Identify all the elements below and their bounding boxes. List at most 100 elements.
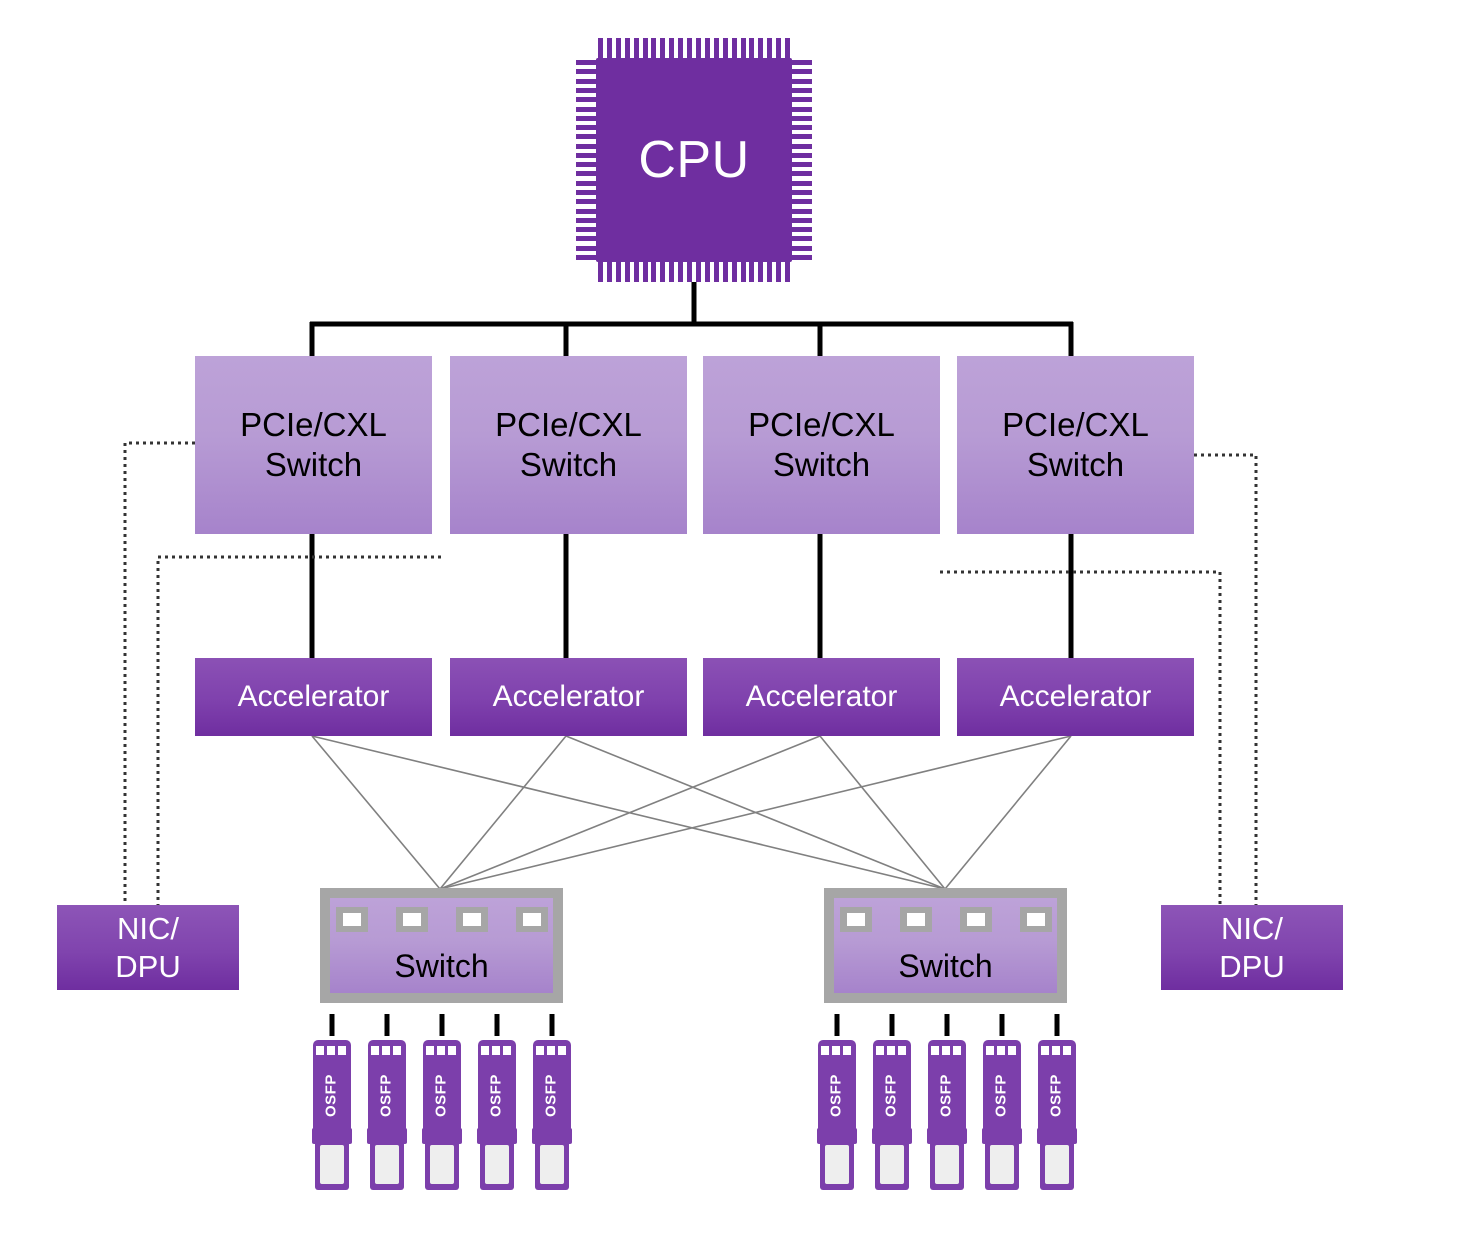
osfp-led-icon <box>1063 1046 1071 1055</box>
cpu-pin <box>722 262 728 282</box>
osfp-module[interactable]: OSFP <box>532 1014 572 1190</box>
cpu-pin <box>576 152 596 158</box>
nic-label-line2: DPU <box>115 948 181 984</box>
cpu-pin <box>785 38 791 58</box>
osfp-label: OSFP <box>322 1074 340 1118</box>
osfp-led-icon <box>1008 1046 1016 1055</box>
osfp-link-stub <box>1054 1014 1060 1036</box>
osfp-led-icon <box>1041 1046 1049 1055</box>
cpu-pin <box>792 143 812 149</box>
osfp-link-stub <box>549 1014 555 1036</box>
cpu-pin <box>606 262 612 282</box>
cpu-pin <box>576 125 596 131</box>
osfp-link-stub <box>384 1014 390 1036</box>
cpu-pin <box>758 38 764 58</box>
nic-dpu-right-label: NIC/ DPU <box>1219 910 1284 986</box>
network-switch-left-ports <box>330 907 553 932</box>
switch-port[interactable] <box>959 907 992 932</box>
cpu-pin <box>633 262 639 282</box>
cpu-pin <box>695 38 701 58</box>
osfp-body-fill <box>540 1145 564 1184</box>
cpu-pin <box>776 38 782 58</box>
pcie-label-line1: PCIe/CXL <box>495 405 642 443</box>
cpu-pin <box>792 236 812 242</box>
osfp-led-icon <box>942 1046 950 1055</box>
osfp-module[interactable]: OSFP <box>817 1014 857 1190</box>
cpu-label: CPU <box>596 58 792 262</box>
accelerator-3[interactable]: Accelerator <box>703 658 940 736</box>
osfp-led-icon <box>492 1046 500 1055</box>
network-switch-right[interactable]: Switch <box>824 888 1067 1003</box>
switch-port[interactable] <box>515 907 548 932</box>
osfp-module[interactable]: OSFP <box>872 1014 912 1190</box>
osfp-led-icon <box>1052 1046 1060 1055</box>
network-switch-right-ports <box>834 907 1057 932</box>
osfp-led-row <box>536 1046 566 1055</box>
pcie-cxl-switch-3[interactable]: PCIe/CXL Switch <box>703 356 940 534</box>
osfp-body <box>425 1140 459 1190</box>
cpu-pin <box>576 199 596 205</box>
switch-port[interactable] <box>839 907 872 932</box>
cpu-pin <box>767 38 773 58</box>
osfp-module[interactable]: OSFP <box>1037 1014 1077 1190</box>
osfp-body-fill <box>430 1145 454 1184</box>
accelerator-2-label: Accelerator <box>492 679 645 713</box>
switch-port[interactable] <box>335 907 368 932</box>
osfp-led-icon <box>382 1046 390 1055</box>
switch-port[interactable] <box>395 907 428 932</box>
osfp-body <box>985 1140 1019 1190</box>
pcie-cxl-switch-4[interactable]: PCIe/CXL Switch <box>957 356 1194 534</box>
osfp-led-icon <box>547 1046 555 1055</box>
osfp-module[interactable]: OSFP <box>927 1014 967 1190</box>
osfp-led-row <box>986 1046 1016 1055</box>
cpu-pin <box>713 262 719 282</box>
accelerator-1[interactable]: Accelerator <box>195 658 432 736</box>
osfp-link-stub <box>439 1014 445 1036</box>
osfp-label: OSFP <box>542 1074 560 1118</box>
cpu-pin <box>792 106 812 112</box>
cpu-pin <box>792 189 812 195</box>
osfp-body-fill <box>880 1145 904 1184</box>
accelerator-4[interactable]: Accelerator <box>957 658 1194 736</box>
accelerator-2[interactable]: Accelerator <box>450 658 687 736</box>
cpu-pin <box>576 208 596 214</box>
nic-label-line1: NIC/ <box>116 910 179 946</box>
nic-dpu-left[interactable]: NIC/ DPU <box>57 905 239 990</box>
pcie-label-line1: PCIe/CXL <box>240 405 387 443</box>
cpu-pin <box>597 262 603 282</box>
cpu-pin <box>633 38 639 58</box>
cpu-pin <box>576 236 596 242</box>
cpu-pin <box>792 134 812 140</box>
cpu-pin <box>576 97 596 103</box>
osfp-led-icon <box>393 1046 401 1055</box>
osfp-led-icon <box>898 1046 906 1055</box>
osfp-module[interactable]: OSFP <box>422 1014 462 1190</box>
switch-port[interactable] <box>455 907 488 932</box>
osfp-module[interactable]: OSFP <box>367 1014 407 1190</box>
cpu-pin <box>792 180 812 186</box>
osfp-body <box>315 1140 349 1190</box>
cpu-pin <box>749 262 755 282</box>
nic-dpu-right[interactable]: NIC/ DPU <box>1161 905 1343 990</box>
cpu-pin <box>792 208 812 214</box>
osfp-module[interactable]: OSFP <box>477 1014 517 1190</box>
osfp-led-icon <box>536 1046 544 1055</box>
pcie-cxl-switch-1[interactable]: PCIe/CXL Switch <box>195 356 432 534</box>
pcie-cxl-switch-4-label: PCIe/CXL Switch <box>1002 405 1149 486</box>
network-switch-right-label: Switch <box>898 948 993 984</box>
switch-port[interactable] <box>1019 907 1052 932</box>
osfp-module[interactable]: OSFP <box>982 1014 1022 1190</box>
network-switch-left[interactable]: Switch <box>320 888 563 1003</box>
cpu-pin <box>731 38 737 58</box>
cpu-pin <box>695 262 701 282</box>
osfp-body <box>480 1140 514 1190</box>
cpu-package[interactable]: CPU <box>576 38 812 282</box>
cpu-pin <box>651 38 657 58</box>
pcie-cxl-switch-2[interactable]: PCIe/CXL Switch <box>450 356 687 534</box>
cpu-pin <box>740 262 746 282</box>
cpu-pin <box>792 199 812 205</box>
osfp-led-icon <box>437 1046 445 1055</box>
switch-port[interactable] <box>899 907 932 932</box>
osfp-body <box>820 1140 854 1190</box>
osfp-module[interactable]: OSFP <box>312 1014 352 1190</box>
